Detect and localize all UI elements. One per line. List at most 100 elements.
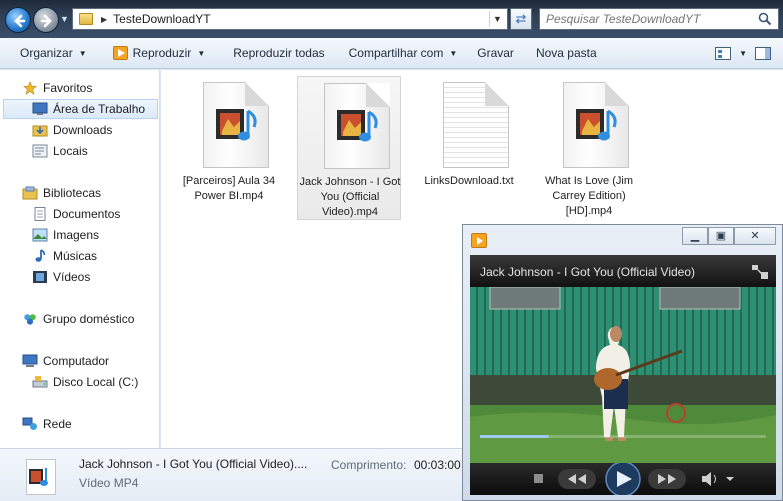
player-screen[interactable]: Jack Johnson - I Got You (Official Video… xyxy=(470,255,776,497)
organize-button[interactable]: Organizar ▼ xyxy=(12,42,95,65)
images-icon xyxy=(32,228,48,242)
burn-label: Gravar xyxy=(477,46,514,60)
volume-icon[interactable] xyxy=(702,472,716,486)
sidebar-item-label: Computador xyxy=(43,354,110,368)
sidebar-item-label: Rede xyxy=(43,417,72,431)
stop-icon[interactable] xyxy=(534,474,543,483)
video-frame[interactable] xyxy=(470,287,776,463)
file-name: Jack Johnson - I Got You (Official Video… xyxy=(299,176,401,218)
recent-places-icon xyxy=(32,144,48,158)
sidebar-item-computer[interactable]: Computador xyxy=(22,351,109,371)
close-icon: ✕ xyxy=(750,230,760,242)
play-pause-icon[interactable] xyxy=(605,461,641,497)
address-history-dropdown-icon[interactable]: ▼ xyxy=(489,11,505,27)
play-label: Reproduzir xyxy=(132,46,192,60)
player-header: Jack Johnson - I Got You (Official Video… xyxy=(470,255,776,287)
video-file-icon xyxy=(203,82,269,168)
play-all-button[interactable]: Reproduzir todas xyxy=(225,42,332,65)
documents-icon xyxy=(34,207,46,221)
sidebar-item-locals[interactable]: Locais xyxy=(32,141,88,161)
details-length-label: Comprimento: xyxy=(331,458,407,472)
sidebar-item-desktop[interactable]: Área de Trabalho xyxy=(3,99,158,119)
burn-button[interactable]: Gravar xyxy=(469,42,522,65)
search-icon[interactable] xyxy=(758,12,772,26)
switch-to-library-icon[interactable] xyxy=(752,265,768,279)
media-note-icon xyxy=(576,109,617,141)
view-options-chevron-icon[interactable]: ▼ xyxy=(735,42,751,65)
video-file-icon xyxy=(26,459,56,495)
details-file-type: Vídeo MP4 xyxy=(79,476,139,490)
search-box[interactable] xyxy=(539,8,779,30)
sidebar-item-downloads[interactable]: Downloads xyxy=(32,120,112,140)
close-button[interactable]: ✕ xyxy=(734,227,776,245)
preview-pane-icon[interactable] xyxy=(755,46,771,60)
folder-icon xyxy=(79,13,93,25)
file-item-selected[interactable]: Jack Johnson - I Got You (Official Video… xyxy=(297,76,401,220)
forward-button[interactable] xyxy=(33,7,59,33)
star-icon xyxy=(23,81,37,95)
player-title-bar[interactable]: ▁ ▣ ✕ xyxy=(463,225,782,255)
sidebar-item-documents[interactable]: Documentos xyxy=(32,204,120,224)
next-icon[interactable] xyxy=(648,469,686,489)
share-button[interactable]: Compartilhar com ▼ xyxy=(341,42,466,65)
music-note-icon xyxy=(35,249,45,262)
sidebar-item-local-disk[interactable]: Disco Local (C:) xyxy=(32,372,138,392)
sidebar-item-images[interactable]: Imagens xyxy=(32,225,99,245)
new-folder-button[interactable]: Nova pasta xyxy=(528,42,605,65)
seek-bar-progress xyxy=(480,435,549,438)
sidebar-item-homegroup[interactable]: Grupo doméstico xyxy=(22,309,134,329)
computer-icon xyxy=(22,354,38,367)
play-button[interactable]: Reproduzir ▼ xyxy=(105,42,214,65)
hard-disk-icon xyxy=(32,376,48,388)
address-field[interactable]: ▶ TesteDownloadYT ▼ xyxy=(72,8,508,30)
volume-dropdown-icon[interactable] xyxy=(726,477,734,481)
play-icon xyxy=(112,46,128,60)
media-note-icon xyxy=(337,110,378,142)
details-length-value: 00:03:00 xyxy=(414,458,461,472)
minimize-button[interactable]: ▁ xyxy=(682,227,708,245)
forward-arrow-icon xyxy=(40,14,52,28)
sidebar-item-label: Área de Trabalho xyxy=(53,102,146,116)
minimize-icon: ▁ xyxy=(690,230,700,242)
sidebar-item-label: Músicas xyxy=(53,249,98,263)
sidebar-item-label: Bibliotecas xyxy=(43,186,102,200)
chevron-down-icon: ▼ xyxy=(449,48,458,58)
address-bar: ▼ ▶ TesteDownloadYT ▼ ⇄ xyxy=(0,0,783,38)
sidebar-item-network[interactable]: Rede xyxy=(22,414,72,434)
previous-icon[interactable] xyxy=(558,469,596,489)
change-view-icon[interactable] xyxy=(715,46,732,60)
sidebar-item-label: Vídeos xyxy=(53,270,91,284)
downloads-folder-icon xyxy=(32,125,48,137)
breadcrumb-current-folder[interactable]: TesteDownloadYT xyxy=(113,12,210,26)
restore-button[interactable]: ▣ xyxy=(708,227,734,245)
command-bar: Organizar ▼ Reproduzir ▼ Reproduzir todas … xyxy=(0,38,783,69)
video-file-icon xyxy=(324,83,390,169)
file-item[interactable]: LinksDownload.txt xyxy=(417,76,521,220)
refresh-button[interactable]: ⇄ xyxy=(510,8,532,30)
media-player-icon xyxy=(471,233,487,248)
recent-pages-dropdown-icon[interactable]: ▼ xyxy=(60,14,69,24)
sidebar-item-label: Locais xyxy=(53,144,88,158)
back-button[interactable] xyxy=(5,7,31,33)
breadcrumb-chevron-icon[interactable]: ▶ xyxy=(101,15,107,24)
sidebar-item-label: Favoritos xyxy=(43,81,93,95)
sidebar-item-label: Grupo doméstico xyxy=(43,312,135,326)
sidebar-item-libraries[interactable]: Bibliotecas xyxy=(22,183,101,203)
media-player-window[interactable]: ▁ ▣ ✕ Jack Johnson - I Got You (Official… xyxy=(462,224,783,501)
video-file-icon xyxy=(563,82,629,168)
file-item[interactable]: [Parceiros] Aula 34 Power BI.mp4 xyxy=(177,76,281,220)
play-all-label: Reproduzir todas xyxy=(233,46,325,60)
details-file-name: Jack Johnson - I Got You (Official Video… xyxy=(79,457,308,471)
desktop-icon xyxy=(32,102,48,115)
player-controls xyxy=(470,461,776,497)
search-input[interactable] xyxy=(540,9,740,29)
organize-label: Organizar xyxy=(20,46,73,60)
sidebar-item-videos[interactable]: Vídeos xyxy=(32,267,90,287)
sidebar-item-music[interactable]: Músicas xyxy=(32,246,97,266)
video-image xyxy=(470,287,776,463)
sidebar-item-favorites[interactable]: Favoritos xyxy=(22,78,92,98)
navigation-pane: Favoritos Área de Trabalho Downloads Loc… xyxy=(0,70,160,448)
chevron-down-icon: ▼ xyxy=(197,48,206,58)
file-item[interactable]: What Is Love (Jim Carrey Edition) [HD].m… xyxy=(537,76,641,220)
refresh-icon: ⇄ xyxy=(515,11,527,26)
